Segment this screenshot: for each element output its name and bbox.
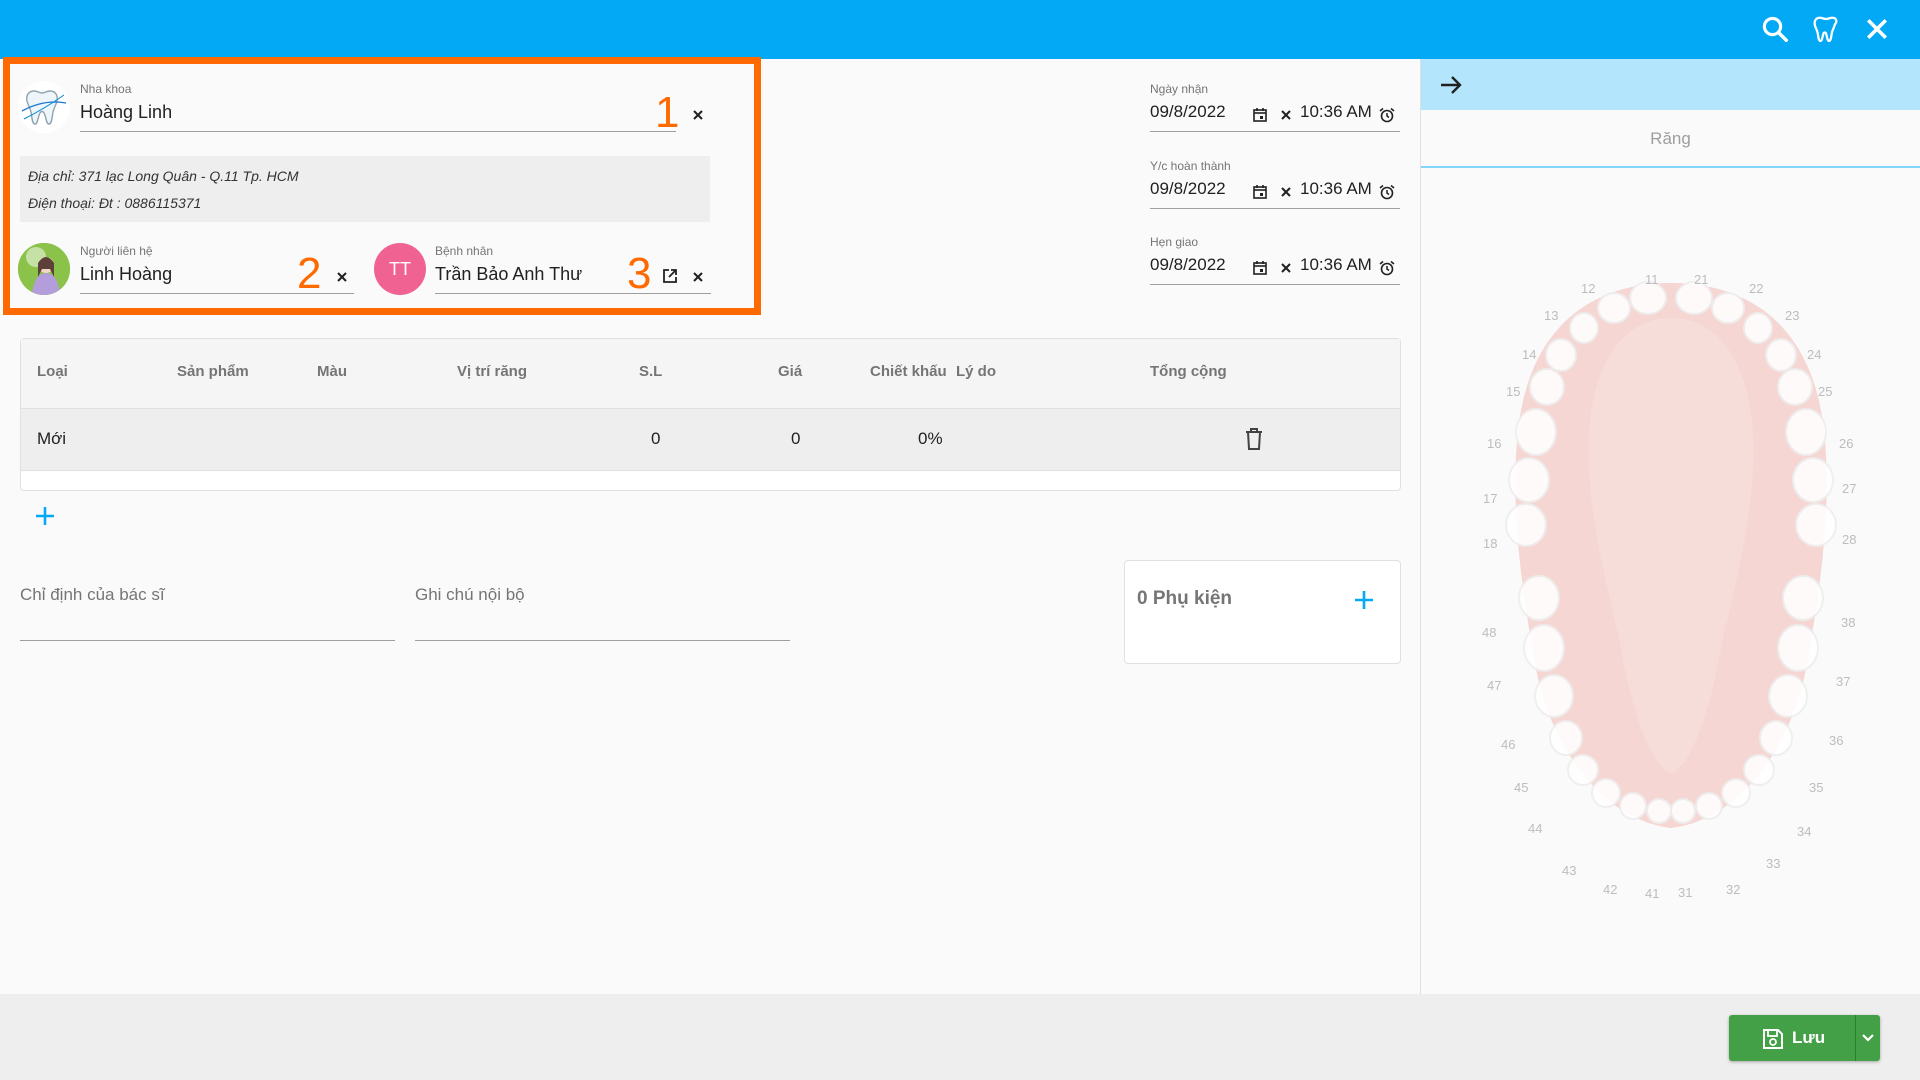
tooth-number: 24 [1807,347,1822,362]
doctor-instruction-label: Chỉ định của bác sĩ [20,585,165,604]
alarm-clock-icon[interactable] [1378,259,1396,277]
order-items-table: Loại Sản phẩm Màu Vị trí răng S.L Giá Ch… [20,338,1401,491]
date-received-label: Ngày nhận [1150,82,1209,96]
calendar-icon[interactable] [1251,106,1269,124]
tooth-number: 38 [1841,615,1856,630]
date-required-input[interactable]: 09/8/2022 [1150,179,1226,199]
internal-note-label: Ghi chú nội bộ [415,585,525,604]
tooth-number: 37 [1836,674,1851,689]
arrow-right-icon[interactable] [1437,71,1465,99]
save-dropdown-button[interactable] [1856,1015,1880,1061]
tooth-number: 46 [1501,737,1516,752]
tooth-number: 25 [1818,384,1833,399]
footer-bar [0,994,1920,1080]
cell-gia[interactable]: 0 [791,429,800,449]
close-icon[interactable] [1862,14,1892,44]
clear-date-icon[interactable] [1277,106,1295,124]
time-delivery-input[interactable]: 10:36 AM [1300,255,1372,275]
top-bar [0,0,1920,59]
time-required-input[interactable]: 10:36 AM [1300,179,1372,199]
tooth-number: 41 [1645,886,1660,901]
tooth-number: 33 [1766,856,1781,871]
date-required-underline [1150,208,1400,209]
tooth-number: 16 [1487,436,1502,451]
tooth-icon[interactable] [1811,14,1841,44]
tooth-number: 28 [1842,532,1857,547]
annotation-2: 2 [297,249,322,298]
save-button-group: Lưu [1729,1015,1880,1061]
date-received-underline [1150,131,1400,132]
tooth-number: 42 [1603,882,1618,897]
table-header: Loại Sản phẩm Màu Vị trí răng S.L Giá Ch… [21,339,1400,409]
tooth-chart: 11 12 13 14 15 16 17 18 21 22 23 24 25 2… [1421,168,1920,968]
cell-chiet-khau[interactable]: 0% [918,429,943,449]
add-accessory-icon[interactable] [1351,587,1377,613]
teeth-panel-header [1421,59,1920,110]
accessories-card: 0 Phụ kiện [1124,560,1401,664]
tooth-number: 15 [1506,384,1521,399]
tooth-number: 31 [1678,885,1693,900]
tooth-number: 12 [1581,281,1596,296]
tooth-number: 48 [1482,625,1497,640]
date-delivery-underline [1150,284,1400,285]
tooth-number: 17 [1483,491,1498,506]
col-mau: Màu [317,363,347,380]
col-loai: Loại [37,363,68,380]
tooth-number: 26 [1839,436,1854,451]
mouth-diagram[interactable] [1421,168,1920,968]
tooth-number: 11 [1645,272,1659,287]
tab-rang[interactable]: Răng [1421,110,1920,168]
cell-sl[interactable]: 0 [651,429,660,449]
tooth-number: 27 [1842,481,1857,496]
annotation-1: 1 [655,88,680,137]
tooth-number: 23 [1785,308,1800,323]
alarm-clock-icon[interactable] [1378,183,1396,201]
col-tong-cong: Tổng cộng [1150,363,1227,380]
col-vi-tri-rang: Vị trí răng [457,363,528,380]
doctor-instruction-field[interactable] [20,640,395,641]
date-delivery-label: Hẹn giao [1150,235,1199,249]
time-received-input[interactable]: 10:36 AM [1300,102,1372,122]
save-button[interactable]: Lưu [1729,1015,1855,1061]
clear-date-icon[interactable] [1277,183,1295,201]
tooth-number: 35 [1809,780,1824,795]
internal-note-field[interactable] [415,640,790,641]
tooth-number: 32 [1726,882,1741,897]
add-row-icon[interactable] [32,503,58,529]
tooth-number: 21 [1694,272,1709,287]
delete-row-icon[interactable] [1243,427,1265,451]
alarm-clock-icon[interactable] [1378,106,1396,124]
date-delivery-input[interactable]: 09/8/2022 [1150,255,1226,275]
col-chiet-khau: Chiết khấu [870,363,947,380]
chevron-down-icon [1859,1029,1877,1047]
col-gia: Giá [778,363,803,380]
date-received-input[interactable]: 09/8/2022 [1150,102,1226,122]
tooth-number: 47 [1487,678,1502,693]
cell-loai[interactable]: Mới [37,429,66,449]
col-ly-do: Lý do [956,363,996,380]
tooth-number: 13 [1544,308,1559,323]
annotation-3: 3 [627,249,652,298]
search-icon[interactable] [1760,14,1790,44]
clear-date-icon[interactable] [1277,259,1295,277]
tooth-number: 18 [1483,536,1498,551]
col-sl: S.L [639,363,663,380]
table-row[interactable]: Mới 0 0 0% [21,409,1400,471]
calendar-icon[interactable] [1251,259,1269,277]
accessories-count: 0 Phụ kiện [1137,588,1233,609]
save-label: Lưu [1792,1028,1826,1047]
tooth-number: 34 [1797,824,1812,839]
tooth-number: 36 [1829,733,1844,748]
calendar-icon[interactable] [1251,183,1269,201]
tooth-number: 44 [1528,821,1543,836]
tooth-number: 43 [1562,863,1577,878]
tooth-number: 14 [1522,347,1537,362]
floppy-disk-icon [1762,1028,1784,1050]
date-required-label: Y/c hoàn thành [1150,159,1231,173]
tooth-number: 22 [1749,281,1764,296]
teeth-panel: Răng 11 12 13 14 15 16 17 18 21 22 23 24… [1420,59,1920,994]
col-san-pham: Sản phẩm [177,363,249,380]
tooth-number: 45 [1514,780,1529,795]
